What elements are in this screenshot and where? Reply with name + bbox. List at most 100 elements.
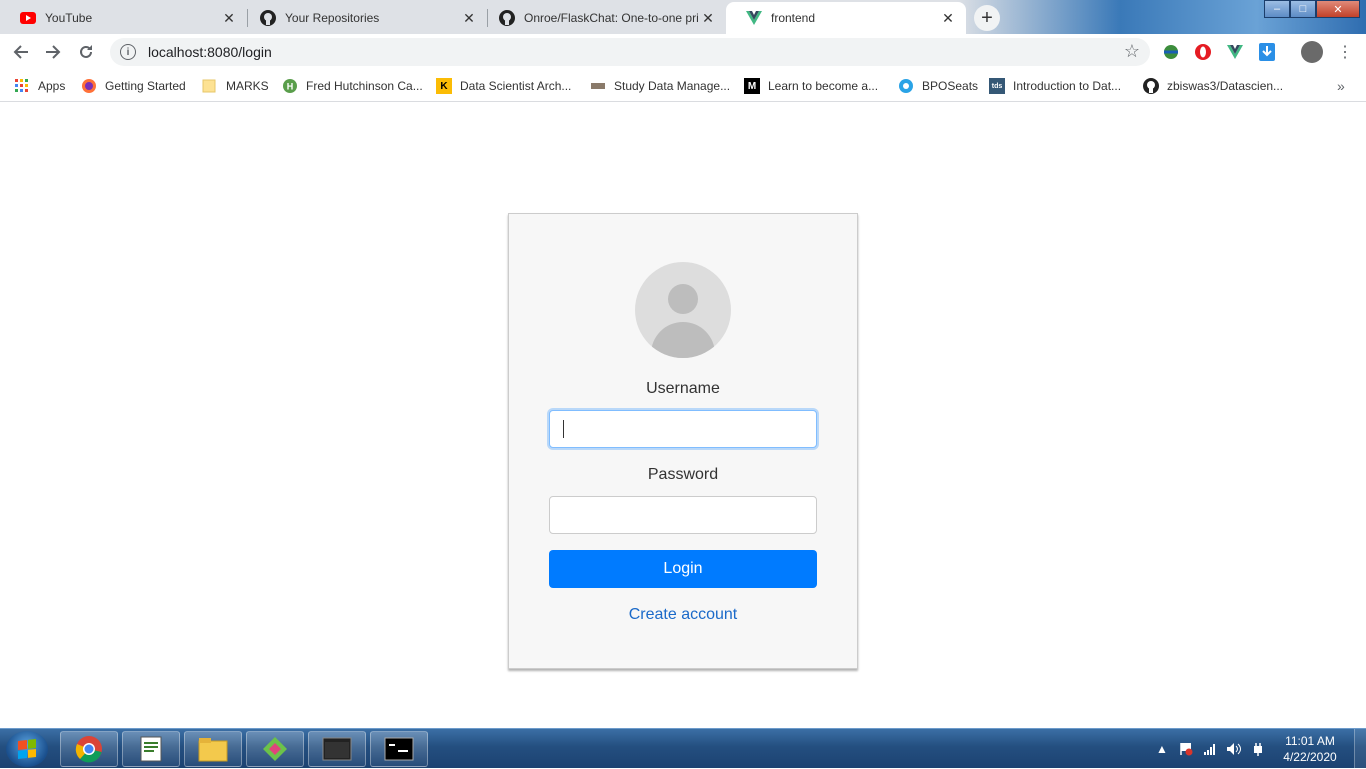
cmd-icon	[384, 737, 414, 761]
tab-close-icon[interactable]: ✕	[459, 10, 479, 27]
taskbar-git[interactable]	[246, 731, 304, 767]
password-input[interactable]	[549, 496, 817, 534]
taskbar-terminal[interactable]	[308, 731, 366, 767]
bookmark-study-data-manage[interactable]: Study Data Manage...	[590, 76, 730, 96]
vue-icon	[746, 10, 762, 26]
bookmark-star-icon[interactable]: ☆	[1124, 41, 1140, 62]
fred-hutch-icon: H	[282, 78, 298, 94]
system-tray: ▲ 11:01 AM 4/22/2020	[1150, 729, 1366, 769]
avatar-head	[668, 284, 698, 314]
tab-strip: YouTube ✕ Your Repositories ✕ Onroe/Flas…	[0, 0, 1366, 34]
folder-icon	[202, 78, 218, 94]
minimize-button[interactable]: –	[1264, 0, 1290, 18]
bookmark-learn-to-become[interactable]: M Learn to become a...	[744, 76, 878, 96]
taskbar-chrome[interactable]	[60, 731, 118, 767]
bookmark-label: Introduction to Dat...	[1013, 79, 1122, 93]
bookmark-label: MARKS	[226, 79, 269, 93]
apps-grid-icon	[14, 78, 30, 94]
show-desktop-button[interactable]	[1354, 729, 1366, 769]
bookmarks-overflow-button[interactable]: »	[1337, 76, 1345, 96]
clock[interactable]: 11:01 AM 4/22/2020	[1270, 733, 1350, 765]
bookmark-introduction-to-data[interactable]: tds Introduction to Dat...	[989, 76, 1121, 96]
terminal-icon	[322, 737, 352, 761]
bookmark-label: zbiswas3/Datascien...	[1167, 79, 1284, 93]
bookmark-marks[interactable]: MARKS	[202, 76, 269, 96]
download-icon[interactable]	[1257, 42, 1277, 62]
tab-youtube[interactable]: YouTube ✕	[0, 2, 247, 34]
arrow-left-icon	[13, 45, 28, 59]
maximize-button[interactable]: □	[1290, 0, 1316, 18]
username-input[interactable]	[549, 410, 817, 448]
arrow-right-icon	[46, 45, 61, 59]
page-content: Username Password Login Create account	[0, 103, 1366, 728]
bookmark-bposeats[interactable]: BPOSeats	[898, 76, 978, 96]
show-hidden-icons-icon[interactable]: ▲	[1153, 740, 1171, 758]
file-explorer-icon	[198, 738, 228, 762]
login-card: Username Password Login Create account	[508, 213, 858, 669]
window-close-button[interactable]: ✕	[1316, 0, 1360, 18]
new-tab-button[interactable]: +	[974, 5, 1000, 31]
reload-button[interactable]	[74, 40, 98, 64]
tab-flaskchat[interactable]: Onroe/FlaskChat: One-to-one pri ✕	[479, 2, 726, 34]
taskbar-notepad[interactable]	[122, 731, 180, 767]
tab-close-icon[interactable]: ✕	[219, 10, 239, 27]
start-button[interactable]	[6, 731, 48, 767]
network-signal-icon[interactable]	[1201, 740, 1219, 758]
tab-title: YouTube	[45, 11, 93, 25]
extension-globe-icon[interactable]	[1161, 42, 1181, 62]
bookmark-label: Learn to become a...	[768, 79, 879, 93]
taskbar-file-explorer[interactable]	[184, 731, 242, 767]
tds-icon: tds	[989, 78, 1005, 94]
clock-date: 4/22/2020	[1283, 750, 1337, 764]
avatar-body	[651, 322, 715, 358]
svg-text:H: H	[287, 82, 294, 92]
opera-icon[interactable]	[1193, 42, 1213, 62]
chrome-icon	[75, 736, 102, 763]
password-label: Password	[647, 466, 719, 483]
bookmark-getting-started[interactable]: Getting Started	[81, 76, 186, 96]
bookmarks-bar: Apps Getting Started MARKS H Fred Hutchi…	[0, 70, 1366, 102]
tab-title: frontend	[771, 11, 816, 25]
menu-dots-icon[interactable]: ⋮	[1335, 42, 1355, 62]
text-caret	[563, 420, 564, 438]
kaggle-k-icon: K	[436, 78, 452, 94]
info-icon[interactable]: i	[120, 44, 136, 60]
profile-avatar[interactable]	[1301, 41, 1323, 63]
user-avatar-icon	[635, 262, 731, 358]
login-button[interactable]: Login	[549, 550, 817, 588]
youtube-icon	[20, 10, 36, 26]
firefox-icon	[81, 78, 97, 94]
back-button[interactable]	[9, 40, 33, 64]
volume-icon[interactable]	[1225, 740, 1243, 758]
bookmark-data-scientist-arch[interactable]: K Data Scientist Arch...	[436, 76, 571, 96]
window-controls: – □ ✕	[1264, 0, 1360, 18]
medium-m-icon: M	[744, 78, 760, 94]
browser-toolbar: i localhost:8080/login ☆ ⋮	[0, 34, 1366, 70]
bookmark-apps[interactable]: Apps	[14, 76, 65, 96]
tab-close-icon[interactable]: ✕	[698, 10, 718, 27]
notepad-icon	[140, 736, 162, 762]
browser-window: YouTube ✕ Your Repositories ✕ Onroe/Flas…	[0, 0, 1366, 728]
study-icon	[590, 78, 606, 94]
tab-title: Your Repositories	[285, 11, 380, 25]
bposeats-icon	[898, 78, 914, 94]
bookmark-fred-hutchinson[interactable]: H Fred Hutchinson Ca...	[282, 76, 423, 96]
bookmark-label: BPOSeats	[922, 79, 979, 93]
github-icon	[499, 10, 515, 26]
tab-frontend[interactable]: frontend ✕	[726, 2, 966, 34]
tab-close-icon[interactable]: ✕	[938, 10, 958, 27]
action-center-flag-icon[interactable]	[1177, 740, 1195, 758]
power-plug-icon[interactable]	[1249, 740, 1267, 758]
address-bar[interactable]: i localhost:8080/login ☆	[110, 38, 1150, 66]
vue-devtools-icon[interactable]	[1225, 42, 1245, 62]
username-label: Username	[646, 380, 720, 397]
windows-logo-icon	[18, 739, 36, 759]
bookmark-zbiswas3[interactable]: zbiswas3/Datascien...	[1143, 76, 1283, 96]
clock-time: 11:01 AM	[1285, 734, 1335, 748]
bookmark-label: Getting Started	[105, 79, 186, 93]
taskbar-cmd[interactable]	[370, 731, 428, 767]
create-account-link[interactable]: Create account	[509, 606, 857, 624]
tab-your-repositories[interactable]: Your Repositories ✕	[240, 2, 487, 34]
forward-button[interactable]	[41, 40, 65, 64]
url-text[interactable]: localhost:8080/login	[148, 44, 272, 60]
